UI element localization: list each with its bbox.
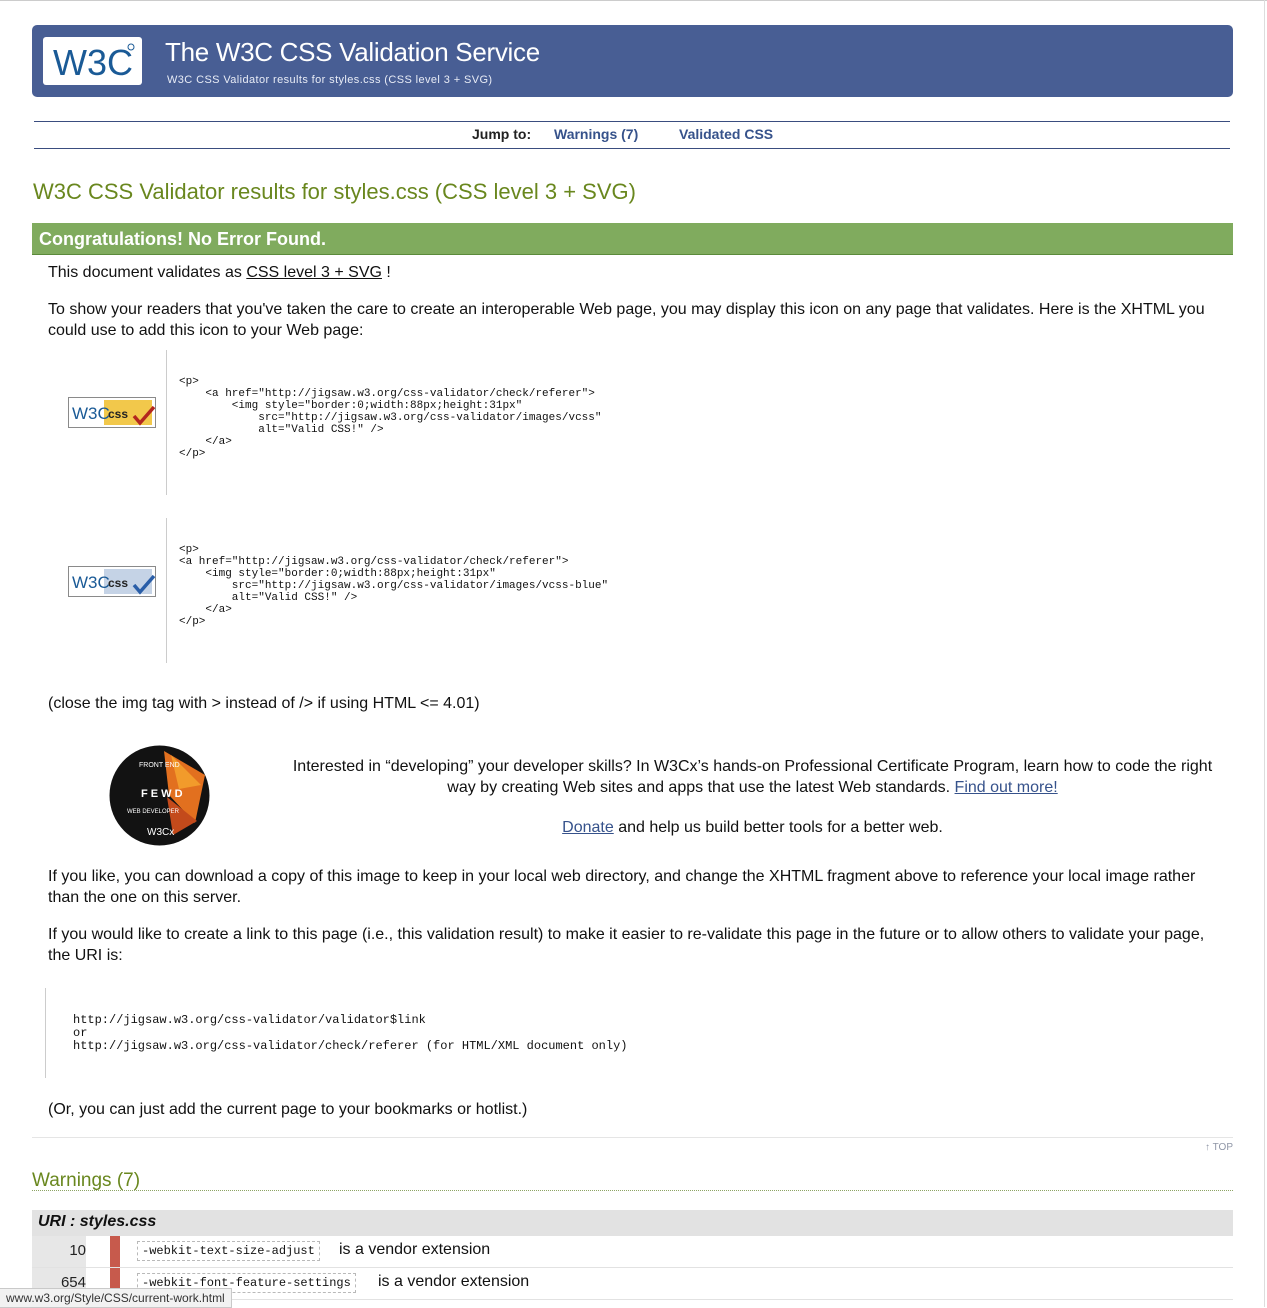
validates-suffix: ! (386, 264, 391, 281)
warning-message: is a vendor extension (339, 1241, 491, 1258)
css-level-link[interactable]: CSS level 3 + SVG (246, 264, 382, 281)
window-top-border (0, 0, 1267, 1)
badge-blue-css-text: css (108, 576, 128, 590)
status-bar-url: www.w3.org/Style/CSS/current-work.html (0, 1288, 232, 1308)
window-right-border (1264, 0, 1265, 1307)
jumpbar-top-rule (34, 121, 1230, 122)
validates-prefix: This document validates as (48, 264, 242, 281)
badge-gold-css-text: css (108, 407, 128, 421)
badge-gold-code: <p> <a href="http://jigsaw.w3.org/css-va… (179, 376, 602, 460)
uri-text: http://jigsaw.w3.org/css-validator/valid… (73, 1013, 628, 1053)
find-out-more-link[interactable]: Find out more! (955, 779, 1058, 796)
bookmark-paragraph: (Or, you can just add the current page t… (48, 1101, 528, 1118)
jump-label: Jump to: (472, 126, 532, 142)
valid-css-badge-gold[interactable]: W3C css (68, 397, 156, 428)
section-separator (32, 1137, 1233, 1138)
warning-marker (110, 1236, 120, 1267)
fewd-bottom-text: W3Cx (147, 827, 174, 838)
warning-row: 10 -webkit-text-size-adjust is a vendor … (32, 1236, 1233, 1268)
page-title: The W3C CSS Validation Service (165, 37, 540, 67)
promo-text: Interested in “developing” your develope… (292, 758, 1213, 796)
code1-divider (166, 350, 167, 495)
results-heading: W3C CSS Validator results for styles.css… (33, 179, 636, 204)
warning-property: -webkit-text-size-adjust (137, 1241, 320, 1261)
donate-link[interactable]: Donate (562, 819, 614, 836)
warning-line-number: 10 (32, 1236, 86, 1267)
download-paragraph: If you like, you can download a copy of … (48, 868, 1196, 906)
valid-css-badge-blue[interactable]: W3C css (68, 566, 156, 597)
badge-blue-code: <p> <a href="http://jigsaw.w3.org/css-va… (179, 544, 609, 628)
warnings-heading: Warnings (7) (32, 1170, 141, 1191)
warnings-uri-header: URI : styles.css (32, 1210, 1233, 1236)
warning-gap (86, 1236, 110, 1267)
jumpbar-bottom-rule (34, 148, 1230, 149)
badge-gold-w3c-text: W3C (72, 404, 110, 423)
uri-code-block: http://jigsaw.w3.org/css-validator/valid… (45, 988, 946, 1078)
badge-blue-w3c-text: W3C (72, 573, 110, 592)
warning-message: is a vendor extension (378, 1273, 530, 1290)
link-paragraph: If you would like to create a link to th… (48, 926, 1205, 964)
jump-validated-css-link[interactable]: Validated CSS (679, 126, 773, 142)
valid-css-gold-icon: W3C css (68, 397, 156, 428)
warnings-heading-rule (32, 1190, 1233, 1191)
w3c-logo-icon: W3C (53, 42, 135, 83)
promo-paragraph: Interested in “developing” your develope… (280, 756, 1225, 798)
jump-warnings-link[interactable]: Warnings (7) (554, 126, 638, 142)
valid-css-blue-icon: W3C css (68, 566, 156, 597)
img-tag-note: (close the img tag with > instead of /> … (48, 695, 480, 712)
page-subtitle: W3C CSS Validator results for styles.css… (167, 74, 493, 86)
w3c-logo-text: W3C (53, 42, 133, 83)
warnings-uri-text: URI : styles.css (38, 1213, 157, 1230)
congratulations-text: Congratulations! No Error Found. (39, 229, 326, 249)
w3c-logo[interactable]: W3C (43, 37, 142, 85)
fewd-side-text: WEB DEVELOPER (127, 809, 180, 815)
fewd-program-badge[interactable]: FRONT END F E W D WEB DEVELOPER W3Cx (109, 745, 210, 846)
fewd-badge-icon: FRONT END F E W D WEB DEVELOPER W3Cx (109, 745, 210, 846)
congratulations-bar: Congratulations! No Error Found. (32, 223, 1233, 255)
header-banner: W3C The W3C CSS Validation Service W3C C… (32, 25, 1233, 97)
donate-paragraph: Donate and help us build better tools fo… (280, 819, 1225, 837)
icon-intro-paragraph: To show your readers that you've taken t… (48, 301, 1205, 339)
fewd-letters-text: F E W D (141, 788, 183, 800)
back-to-top-link[interactable]: ↑ TOP (1205, 1142, 1233, 1153)
donate-text: and help us build better tools for a bet… (618, 819, 943, 836)
validates-paragraph: This document validates as CSS level 3 +… (48, 262, 1213, 283)
fewd-top-text: FRONT END (139, 762, 180, 769)
code2-divider (166, 518, 167, 663)
